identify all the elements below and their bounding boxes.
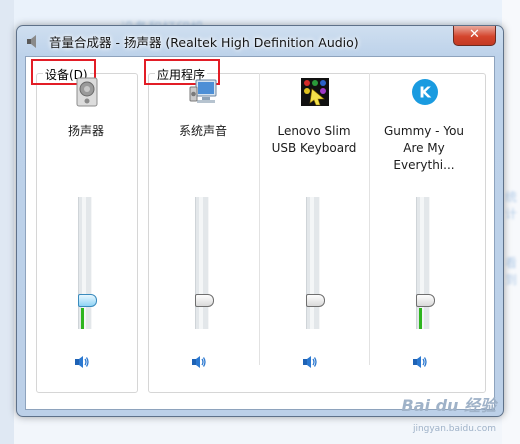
lenovo-keyboard-app-icon <box>301 78 329 106</box>
channel-name: Gummy - You Are My Everythi... <box>383 124 465 172</box>
volume-slider-thumb[interactable] <box>306 293 325 307</box>
window-title: 音量合成器 - 扬声器 (Realtek High Definition Aud… <box>49 35 359 50</box>
volume-mixer-window: 音量合成器 - 扬声器 (Realtek High Definition Aud… <box>16 25 504 417</box>
volume-slider-thumb[interactable] <box>195 293 214 307</box>
mute-toggle-speaker-icon[interactable] <box>74 355 90 369</box>
volume-slider-thumb[interactable] <box>78 293 97 307</box>
close-icon: ✕ <box>469 27 480 42</box>
channel-system-sounds: 系统声音 <box>151 67 255 369</box>
channel-name: 系统声音 <box>178 124 227 138</box>
mute-toggle-speaker-icon[interactable] <box>412 355 428 369</box>
peak-meter <box>81 307 84 329</box>
channel-name: Lenovo Slim USB Keyboard <box>271 124 357 155</box>
svg-text:K: K <box>419 84 432 102</box>
background-right-text-2: 看到 <box>505 256 518 287</box>
system-sounds-icon <box>189 79 217 103</box>
channel-divider <box>259 73 260 365</box>
mixer-client-area: 设备(D) 应用程序 扬声器 系统声音 Lenovo Slim USB Keyb… <box>25 56 495 410</box>
channel-divider <box>369 73 370 365</box>
title-bar[interactable]: 音量合成器 - 扬声器 (Realtek High Definition Aud… <box>17 26 503 56</box>
baidu-watermark-url: jingyan.baidu.com <box>412 424 496 434</box>
channel-kugou-player: K Gummy - You Are My Everythi... <box>372 67 476 369</box>
mute-toggle-speaker-icon[interactable] <box>302 355 318 369</box>
kugou-k-icon: K <box>412 79 438 105</box>
background-right-text-1: 统计 <box>505 190 518 221</box>
channel-speakers: 扬声器 <box>34 67 138 369</box>
channel-lenovo-keyboard: Lenovo Slim USB Keyboard <box>262 67 366 369</box>
volume-slider-thumb[interactable] <box>416 293 435 307</box>
close-button[interactable]: ✕ <box>453 26 496 46</box>
speaker-device-icon <box>76 77 98 107</box>
volume-slider-track[interactable] <box>306 197 320 329</box>
volume-slider-track[interactable] <box>195 197 209 329</box>
volume-mixer-icon <box>27 35 36 48</box>
baidu-watermark: Bai du 经验 <box>401 396 496 415</box>
mute-toggle-speaker-icon[interactable] <box>191 355 207 369</box>
peak-meter <box>419 307 422 329</box>
channel-name: 扬声器 <box>67 124 104 138</box>
